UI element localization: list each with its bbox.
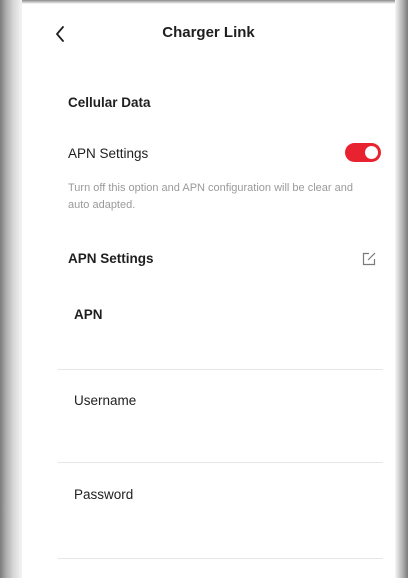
apn-divider: [58, 369, 383, 370]
password-input[interactable]: [74, 514, 373, 536]
password-field-label: Password: [74, 487, 134, 502]
phone-frame: Charger Link Cellular Data APN Settings …: [0, 0, 408, 578]
username-divider: [58, 462, 383, 463]
edit-icon: [362, 252, 376, 266]
device-bezel-right: [395, 0, 408, 578]
cellular-data-title: Cellular Data: [68, 95, 151, 110]
apn-settings-header: APN Settings: [68, 251, 379, 271]
edit-button[interactable]: [361, 251, 379, 269]
apn-toggle-label: APN Settings: [68, 146, 149, 161]
password-field: Password: [58, 484, 383, 560]
top-bar: Charger Link: [22, 14, 395, 54]
app-screen: Charger Link Cellular Data APN Settings …: [22, 4, 395, 578]
apn-settings-title: APN Settings: [68, 251, 154, 266]
password-divider: [58, 558, 383, 559]
apn-settings-toggle[interactable]: [345, 143, 381, 162]
apn-field-label: APN: [74, 307, 103, 322]
toggle-knob: [365, 146, 378, 159]
page-title: Charger Link: [162, 24, 255, 41]
apn-hint-text: Turn off this option and APN configurati…: [68, 182, 353, 211]
username-field-label: Username: [74, 393, 137, 408]
apn-field: APN: [58, 302, 383, 372]
username-input[interactable]: [74, 421, 373, 443]
device-bezel-left: [0, 0, 22, 578]
username-field: Username: [58, 389, 383, 464]
apn-input[interactable]: [74, 336, 373, 358]
apn-toggle-row: APN Settings: [68, 143, 381, 167]
